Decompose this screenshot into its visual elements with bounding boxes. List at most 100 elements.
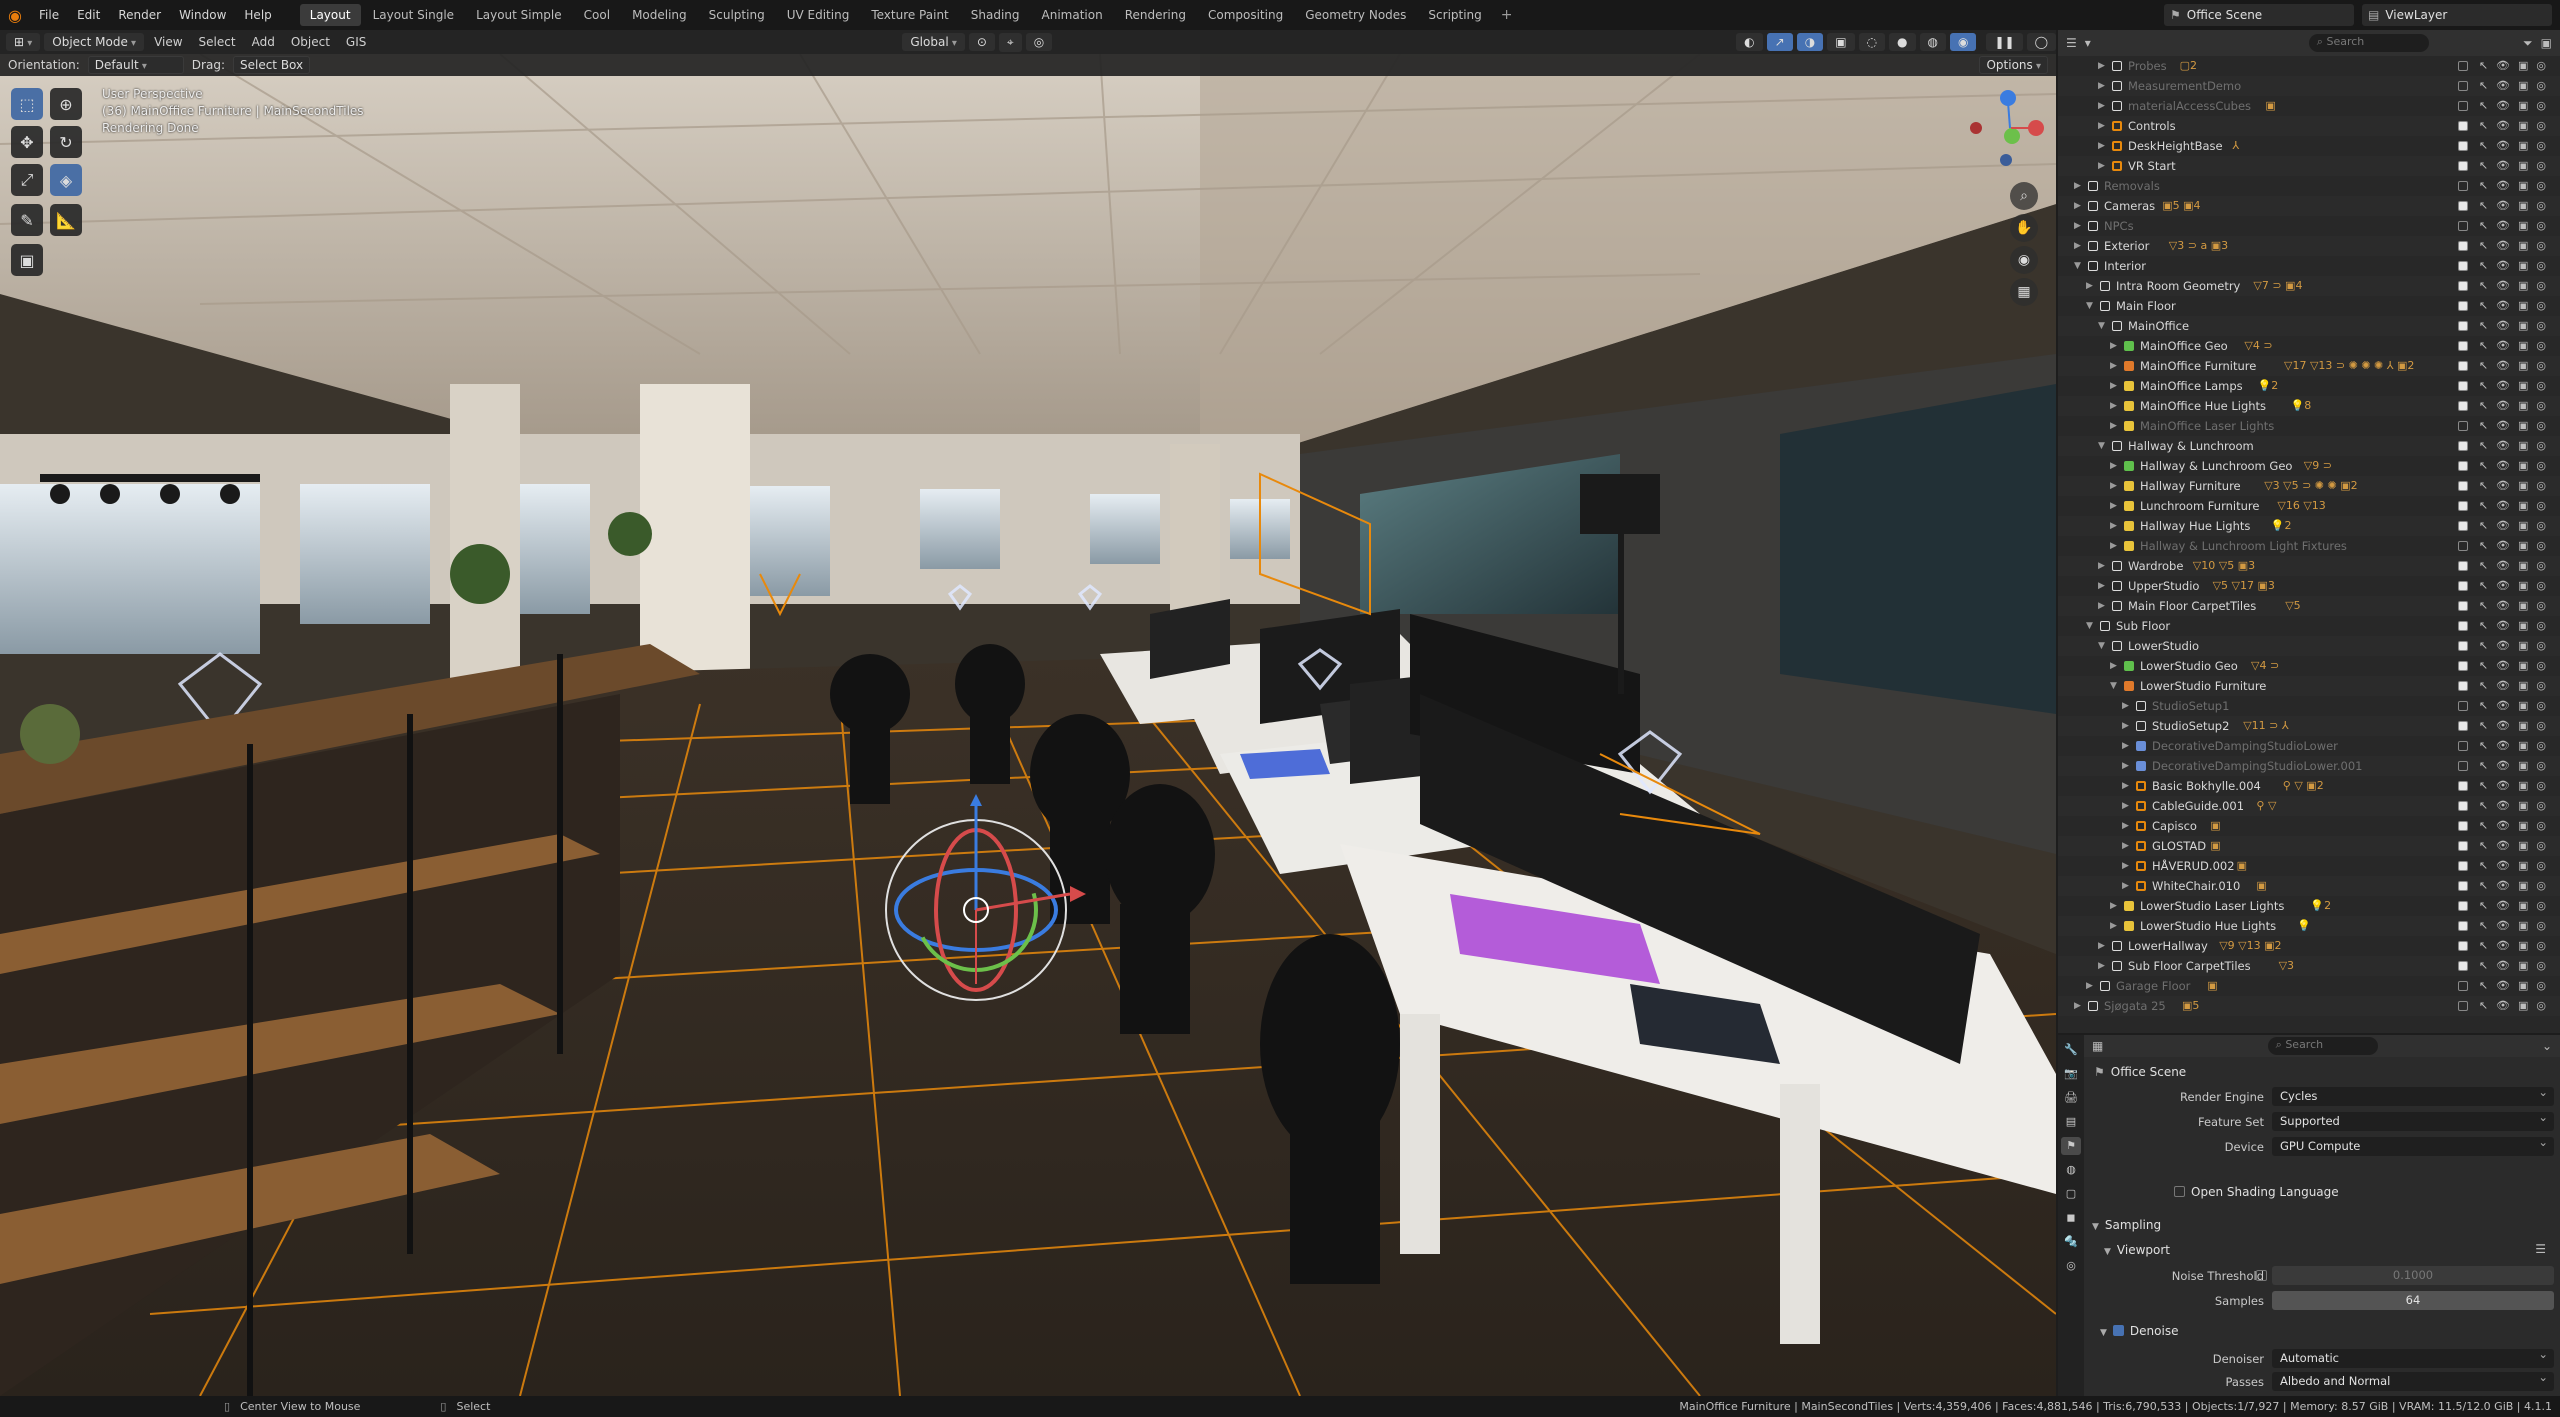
outliner-row[interactable]: ▶ CableGuide.001 ⚲ ▽ ↖👁▣◎ <box>2058 796 2560 816</box>
select-box-tool-icon[interactable]: ⬚ <box>11 88 43 120</box>
workspace-tab-compositing[interactable]: Compositing <box>1198 4 1293 26</box>
visibility-toggles-icon[interactable]: ↖👁▣◎ <box>2479 396 2554 416</box>
expand-arrow-icon[interactable]: ▶ <box>2098 556 2105 576</box>
outliner-row[interactable]: ▶ Lunchroom Furniture ▽16 ▽13 ↖👁▣◎ <box>2058 496 2560 516</box>
exclude-checkbox[interactable] <box>2458 661 2468 671</box>
expand-arrow-icon[interactable]: ▶ <box>2110 516 2117 536</box>
properties-editor-icon[interactable]: ▦ <box>2092 1039 2103 1053</box>
outliner-row[interactable]: ▶ materialAccessCubes ▣ ↖👁▣◎ <box>2058 96 2560 116</box>
outliner-row[interactable]: ▶ Capisco ▣ ↖👁▣◎ <box>2058 816 2560 836</box>
exclude-checkbox[interactable] <box>2458 281 2468 291</box>
visibility-toggles-icon[interactable]: ↖👁▣◎ <box>2479 416 2554 436</box>
visibility-toggles-icon[interactable]: ↖👁▣◎ <box>2479 536 2554 556</box>
visibility-toggles-icon[interactable]: ↖👁▣◎ <box>2479 556 2554 576</box>
workspace-tab-layout-single[interactable]: Layout Single <box>363 4 465 26</box>
expand-arrow-icon[interactable]: ▶ <box>2098 96 2105 116</box>
visibility-toggles-icon[interactable]: ↖👁▣◎ <box>2479 196 2554 216</box>
outliner-editor-icon[interactable]: ☰ <box>2066 36 2077 50</box>
menu-edit[interactable]: Edit <box>68 0 109 30</box>
visibility-toggles-icon[interactable]: ↖👁▣◎ <box>2479 876 2554 896</box>
exclude-checkbox[interactable] <box>2458 941 2468 951</box>
visibility-toggles-icon[interactable]: ↖👁▣◎ <box>2479 376 2554 396</box>
menu-gis[interactable]: GIS <box>340 35 372 49</box>
outliner-row[interactable]: ▶ Cameras ▣5 ▣4 ↖👁▣◎ <box>2058 196 2560 216</box>
visibility-toggles-icon[interactable]: ↖👁▣◎ <box>2479 136 2554 156</box>
filter-icon[interactable]: ⏷ <box>2523 36 2533 51</box>
gizmo-toggle-icon[interactable]: ↗ <box>1766 33 1793 51</box>
exclude-checkbox[interactable] <box>2458 541 2468 551</box>
camera-view-icon[interactable]: ◉ <box>2010 246 2038 274</box>
workspace-tab-sculpting[interactable]: Sculpting <box>699 4 775 26</box>
workspace-tab-layout-simple[interactable]: Layout Simple <box>466 4 572 26</box>
exclude-checkbox[interactable] <box>2458 481 2468 491</box>
child-data-icons[interactable]: ▽5 <box>2285 596 2300 616</box>
expand-arrow-icon[interactable]: ▶ <box>2110 416 2117 436</box>
proportional-edit-icon[interactable]: ◎ <box>1025 33 1053 51</box>
pivot-icon[interactable]: ⊙ <box>968 33 995 51</box>
outliner-row[interactable]: ▶ Hallway & Lunchroom Light Fixtures ↖👁▣◎ <box>2058 536 2560 556</box>
menu-select[interactable]: Select <box>193 35 242 49</box>
exclude-checkbox[interactable] <box>2458 161 2468 171</box>
outliner-row[interactable]: ▶ UpperStudio ▽5 ▽17 ▣3 ↖👁▣◎ <box>2058 576 2560 596</box>
outliner-row[interactable]: ▶ MainOffice Hue Lights 💡8 ↖👁▣◎ <box>2058 396 2560 416</box>
outliner-row[interactable]: ▶ VR Start ↖👁▣◎ <box>2058 156 2560 176</box>
exclude-checkbox[interactable] <box>2458 881 2468 891</box>
outliner-row[interactable]: ▶ Probes ▢2 ↖👁▣◎ <box>2058 56 2560 76</box>
expand-arrow-icon[interactable]: ▶ <box>2098 136 2105 156</box>
child-data-icons[interactable]: ▽4 ⊃ <box>2251 656 2279 676</box>
child-data-icons[interactable]: 💡8 <box>2291 396 2312 416</box>
expand-arrow-icon[interactable]: ▶ <box>2122 696 2129 716</box>
outliner-row[interactable]: ▶ HÅVERUD.002 ▣ ↖👁▣◎ <box>2058 856 2560 876</box>
exclude-checkbox[interactable] <box>2458 521 2468 531</box>
expand-arrow-icon[interactable]: ▶ <box>2098 596 2105 616</box>
visibility-toggles-icon[interactable]: ↖👁▣◎ <box>2479 476 2554 496</box>
workspace-tab-scripting[interactable]: Scripting <box>1418 4 1491 26</box>
exclude-checkbox[interactable] <box>2458 981 2468 991</box>
expand-arrow-icon[interactable]: ▶ <box>2122 736 2129 756</box>
exclude-checkbox[interactable] <box>2458 81 2468 91</box>
expand-arrow-icon[interactable]: ▶ <box>2098 576 2105 596</box>
outliner-row[interactable]: ▶ MainOffice Geo ▽4 ⊃ ↖👁▣◎ <box>2058 336 2560 356</box>
visibility-toggles-icon[interactable]: ↖👁▣◎ <box>2479 956 2554 976</box>
scale-tool-icon[interactable]: ⤢ <box>11 164 43 196</box>
child-data-icons[interactable]: ▽9 ▽13 ▣2 <box>2219 936 2281 956</box>
expand-arrow-icon[interactable]: ▶ <box>2098 56 2105 76</box>
visibility-toggles-icon[interactable]: ↖👁▣◎ <box>2479 656 2554 676</box>
perspective-grid-icon[interactable]: ▦ <box>2010 278 2038 306</box>
expand-arrow-icon[interactable]: ▶ <box>2110 356 2117 376</box>
object-tab-icon[interactable]: ◼ <box>2061 1209 2081 1227</box>
child-data-icons[interactable]: 💡2 <box>2271 516 2292 536</box>
outliner-row[interactable]: ▶ GLOSTAD ▣ ↖👁▣◎ <box>2058 836 2560 856</box>
outliner-row[interactable]: ▶ Basic Bokhylle.004 ⚲ ▽ ▣2 ↖👁▣◎ <box>2058 776 2560 796</box>
visibility-toggles-icon[interactable]: ↖👁▣◎ <box>2479 456 2554 476</box>
workspace-tab-cool[interactable]: Cool <box>574 4 620 26</box>
exclude-checkbox[interactable] <box>2458 741 2468 751</box>
view-layer-tab-icon[interactable]: ▤ <box>2061 1113 2081 1131</box>
exclude-checkbox[interactable] <box>2458 621 2468 631</box>
visibility-toggles-icon[interactable]: ↖👁▣◎ <box>2479 596 2554 616</box>
visibility-toggles-icon[interactable]: ↖👁▣◎ <box>2479 996 2554 1016</box>
workspace-tab-layout[interactable]: Layout <box>299 4 361 26</box>
expand-arrow-icon[interactable]: ▶ <box>2122 876 2129 896</box>
exclude-checkbox[interactable] <box>2458 561 2468 571</box>
exclude-checkbox[interactable] <box>2458 221 2468 231</box>
visibility-toggles-icon[interactable]: ↖👁▣◎ <box>2479 256 2554 276</box>
exclude-checkbox[interactable] <box>2458 101 2468 111</box>
transform-tool-icon[interactable]: ◈ <box>50 164 82 196</box>
exclude-checkbox[interactable] <box>2458 401 2468 411</box>
feature-set-dropdown[interactable]: Supported <box>2272 1110 2554 1131</box>
menu-file[interactable]: File <box>30 0 68 30</box>
workspace-tab-animation[interactable]: Animation <box>1032 4 1113 26</box>
expand-arrow-icon[interactable]: ▶ <box>2110 916 2117 936</box>
denoise-subsection[interactable]: ▼ Denoise <box>2100 1324 2178 1338</box>
exclude-checkbox[interactable] <box>2458 61 2468 71</box>
visibility-toggles-icon[interactable]: ↖👁▣◎ <box>2479 496 2554 516</box>
visibility-toggles-icon[interactable]: ↖👁▣◎ <box>2479 756 2554 776</box>
outliner-row[interactable]: ▶ LowerHallway ▽9 ▽13 ▣2 ↖👁▣◎ <box>2058 936 2560 956</box>
exclude-checkbox[interactable] <box>2458 821 2468 831</box>
exclude-checkbox[interactable] <box>2458 581 2468 591</box>
visibility-toggles-icon[interactable]: ↖👁▣◎ <box>2479 156 2554 176</box>
expand-arrow-icon[interactable]: ▶ <box>2110 336 2117 356</box>
outliner-row[interactable]: ▶ StudioSetup1 ↖👁▣◎ <box>2058 696 2560 716</box>
expand-arrow-icon[interactable]: ▶ <box>2110 656 2117 676</box>
